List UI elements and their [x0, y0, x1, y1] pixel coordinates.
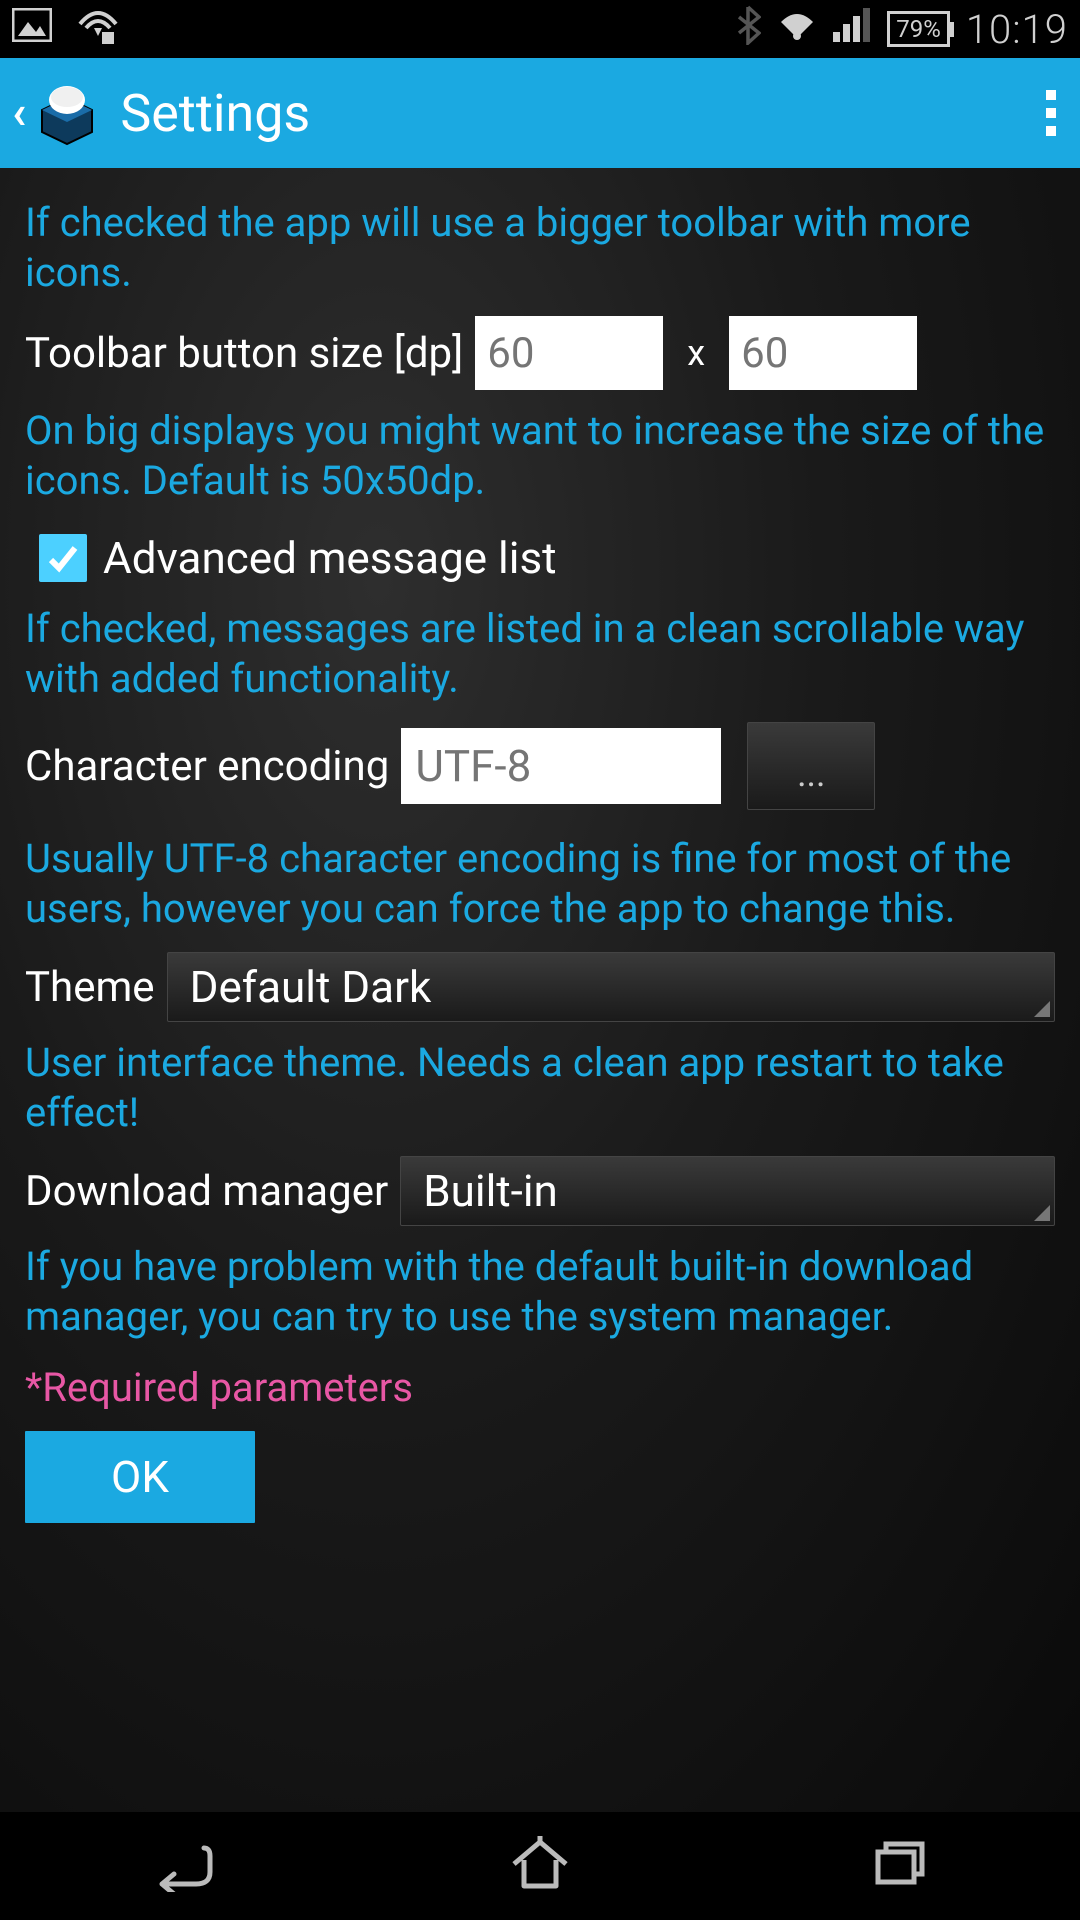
wifi-icon: [777, 8, 817, 51]
advanced-list-checkbox[interactable]: [39, 534, 87, 582]
toolbar-size-row: Toolbar button size [dp] x: [25, 316, 1055, 390]
encoding-row: Character encoding ...: [25, 722, 1055, 810]
advanced-list-hint: If checked, messages are listed in a cle…: [25, 604, 1055, 704]
recents-nav-button[interactable]: [864, 1836, 936, 1896]
signal-icon: [833, 8, 871, 51]
checkmark-icon: [43, 538, 83, 578]
battery-icon: 79%: [887, 11, 950, 47]
overflow-menu-icon[interactable]: [1046, 90, 1056, 136]
toolbar-size-hint: On big displays you might want to increa…: [25, 406, 1055, 506]
ok-button[interactable]: OK: [25, 1431, 255, 1523]
dlmgr-hint: If you have problem with the default bui…: [25, 1242, 1055, 1342]
encoding-browse-button[interactable]: ...: [747, 722, 875, 810]
bluetooth-icon: [735, 5, 761, 54]
page-title: Settings: [120, 83, 310, 144]
theme-spinner[interactable]: Default Dark: [167, 952, 1055, 1022]
back-icon[interactable]: ‹: [12, 86, 26, 140]
recents-icon: [864, 1836, 936, 1892]
encoding-label: Character encoding: [25, 742, 389, 791]
back-nav-button[interactable]: [144, 1836, 216, 1896]
toolbar-width-input[interactable]: [475, 316, 663, 390]
required-parameters-label: *Required parameters: [25, 1364, 1055, 1411]
toolbar-size-label: Toolbar button size [dp]: [25, 329, 463, 378]
encoding-input[interactable]: [401, 728, 721, 804]
settings-scroll[interactable]: If checked the app will use a bigger too…: [0, 168, 1080, 1812]
encoding-hint: Usually UTF-8 character encoding is fine…: [25, 834, 1055, 934]
home-icon: [504, 1836, 576, 1892]
dlmgr-label: Download manager: [25, 1167, 388, 1216]
app-bar: ‹ Settings: [0, 58, 1080, 168]
toolbar-height-input[interactable]: [729, 316, 917, 390]
theme-label: Theme: [25, 963, 155, 1012]
home-nav-button[interactable]: [504, 1836, 576, 1896]
status-bar: 79% 10:19: [0, 0, 1080, 58]
theme-hint: User interface theme. Needs a clean app …: [25, 1038, 1055, 1138]
dlmgr-spinner[interactable]: Built-in: [400, 1156, 1055, 1226]
status-clock: 10:19: [966, 6, 1068, 53]
app-logo-icon: [32, 80, 102, 146]
bigger-toolbar-hint: If checked the app will use a bigger too…: [25, 198, 1055, 298]
advanced-list-row[interactable]: Advanced message list: [25, 532, 1055, 584]
dlmgr-row: Download manager Built-in: [25, 1156, 1055, 1226]
theme-row: Theme Default Dark: [25, 952, 1055, 1022]
advanced-list-label: Advanced message list: [103, 532, 557, 584]
gallery-icon: [12, 8, 52, 51]
navigation-bar: [0, 1812, 1080, 1920]
back-arrow-icon: [144, 1836, 216, 1892]
wifi-sync-icon: [76, 6, 120, 53]
multiply-label: x: [687, 332, 705, 374]
